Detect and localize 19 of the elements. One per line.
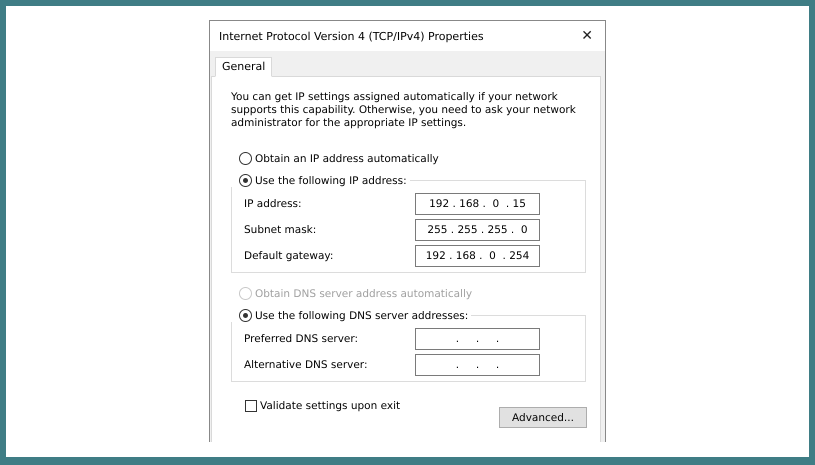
close-button[interactable]: ✕: [579, 28, 595, 44]
ip-address-field[interactable]: . . .: [415, 328, 540, 350]
radio-option[interactable]: Obtain an IP address automatically: [239, 152, 588, 165]
field-label: Default gateway:: [244, 250, 334, 262]
advanced-button[interactable]: Advanced...: [499, 407, 587, 428]
field-label: IP address:: [244, 198, 302, 210]
tab[interactable]: General: [215, 57, 272, 77]
window-title: Internet Protocol Version 4 (TCP/IPv4) Properties: [219, 30, 484, 42]
radio-option[interactable]: Use the following DNS server addresses:: [239, 309, 468, 322]
ip-address-field[interactable]: 255 . 255 . 255 . 0: [415, 219, 540, 241]
field-label: Alternative DNS server:: [244, 359, 368, 371]
ip-address-field[interactable]: 192 . 168 . 0 . 254: [415, 245, 540, 267]
field-label: Preferred DNS server:: [244, 333, 358, 345]
ip-address-field[interactable]: . . .: [415, 354, 540, 376]
intro-text: You can get IP settings assigned automatically if your network supports this capability. Otherwise, you need to ask your network administrator for the appropriate IP settings.: [231, 91, 577, 130]
radio-option[interactable]: Use the following IP address:: [239, 174, 407, 187]
ip-address-field[interactable]: 192 . 168 . 0 . 15: [415, 193, 540, 215]
validate-checkbox[interactable]: Validate settings upon exit: [245, 400, 400, 412]
field-label: Subnet mask:: [244, 224, 316, 236]
